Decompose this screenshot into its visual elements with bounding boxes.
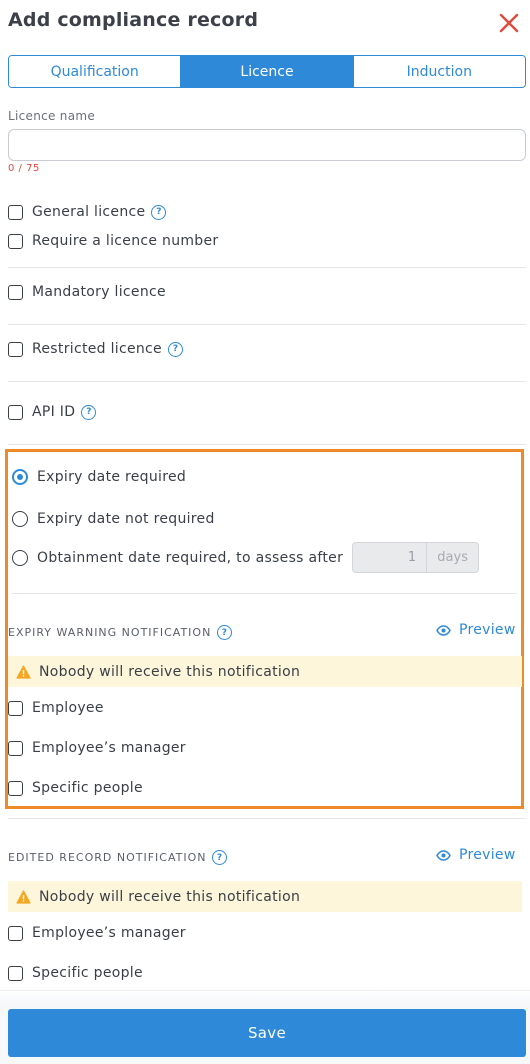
divider <box>12 593 517 594</box>
tab-licence[interactable]: Licence <box>180 56 353 87</box>
mandatory-licence-label: Mandatory licence <box>32 284 166 300</box>
recipient-manager-checkbox[interactable] <box>8 740 23 756</box>
edited-record-heading: EDITED RECORD NOTIFICATION ? <box>8 850 228 865</box>
edited-manager-option: Employee’s manager <box>8 923 186 943</box>
divider <box>8 444 526 445</box>
recipient-employee-checkbox[interactable] <box>8 700 23 716</box>
edited-record-heading-text: EDITED RECORD NOTIFICATION <box>8 851 207 864</box>
record-type-tabs: Qualification Licence Induction <box>8 55 526 88</box>
expiry-not-required-label: Expiry date not required <box>37 511 215 527</box>
edited-manager-label: Employee’s manager <box>32 925 186 941</box>
expiry-required-option: Expiry date required <box>12 467 186 487</box>
expiry-warning-preview-link[interactable]: Preview <box>436 622 516 638</box>
mandatory-licence-option: Mandatory licence <box>8 282 166 302</box>
dialog-title: Add compliance record <box>8 9 259 31</box>
obtainment-label: Obtainment date required, to assess afte… <box>37 549 344 566</box>
api-id-label: API ID <box>32 404 76 420</box>
licence-name-label: Licence name <box>8 109 96 123</box>
general-licence-label: General licence <box>32 204 146 220</box>
recipient-employee-option: Employee <box>8 698 104 718</box>
eye-icon <box>436 849 451 861</box>
recipient-specific-label: Specific people <box>32 780 143 796</box>
expiry-warning-banner: Nobody will receive this notification <box>8 656 522 687</box>
edited-record-preview-link[interactable]: Preview <box>436 847 516 863</box>
obtainment-option: Obtainment date required, to assess afte… <box>12 542 480 573</box>
divider <box>8 324 526 325</box>
days-unit: days <box>427 542 480 573</box>
obtainment-radio[interactable] <box>12 549 28 566</box>
warning-icon <box>16 664 31 679</box>
recipient-specific-option: Specific people <box>8 778 143 798</box>
divider <box>8 267 526 268</box>
divider <box>8 381 526 382</box>
recipient-manager-label: Employee’s manager <box>32 740 186 756</box>
edited-manager-checkbox[interactable] <box>8 925 23 941</box>
restricted-licence-label: Restricted licence <box>32 341 162 357</box>
require-number-label: Require a licence number <box>32 233 219 249</box>
api-id-checkbox[interactable] <box>8 404 23 420</box>
eye-icon <box>436 624 451 636</box>
close-icon[interactable] <box>498 12 520 34</box>
expiry-not-required-option: Expiry date not required <box>12 509 215 529</box>
require-number-option: Require a licence number <box>8 231 218 251</box>
general-licence-checkbox[interactable] <box>8 204 23 220</box>
mandatory-licence-checkbox[interactable] <box>8 284 23 300</box>
help-icon[interactable]: ? <box>81 404 97 420</box>
recipient-employee-label: Employee <box>32 700 104 716</box>
preview-label: Preview <box>459 847 516 863</box>
expiry-required-radio[interactable] <box>12 469 28 485</box>
api-id-option: API ID ? <box>8 402 97 422</box>
help-icon[interactable]: ? <box>167 341 183 357</box>
preview-label: Preview <box>459 622 516 638</box>
tab-qualification[interactable]: Qualification <box>9 56 181 87</box>
general-licence-option: General licence ? <box>8 202 167 222</box>
character-counter: 0 / 75 <box>8 163 40 174</box>
warning-text: Nobody will receive this notification <box>39 888 301 905</box>
help-icon[interactable]: ? <box>151 204 167 220</box>
help-icon[interactable]: ? <box>217 625 233 640</box>
require-number-checkbox[interactable] <box>8 233 23 249</box>
expiry-warning-heading-text: EXPIRY WARNING NOTIFICATION <box>8 626 212 639</box>
edited-specific-option: Specific people <box>8 963 143 983</box>
restricted-licence-checkbox[interactable] <box>8 341 23 357</box>
edited-specific-label: Specific people <box>32 965 143 981</box>
edited-specific-checkbox[interactable] <box>8 965 23 981</box>
warning-icon <box>16 889 31 904</box>
save-button[interactable]: Save <box>8 1009 526 1057</box>
restricted-licence-option: Restricted licence ? <box>8 339 183 359</box>
expiry-required-label: Expiry date required <box>37 469 187 485</box>
licence-name-input[interactable] <box>8 129 526 161</box>
edited-record-warning-banner: Nobody will receive this notification <box>8 881 522 912</box>
days-input[interactable]: 1 <box>352 542 428 573</box>
recipient-specific-checkbox[interactable] <box>8 780 23 796</box>
expiry-warning-heading: EXPIRY WARNING NOTIFICATION ? <box>8 625 233 640</box>
help-icon[interactable]: ? <box>212 850 228 865</box>
expiry-not-required-radio[interactable] <box>12 511 28 527</box>
tab-induction[interactable]: Induction <box>352 56 525 87</box>
warning-text: Nobody will receive this notification <box>39 663 301 680</box>
recipient-manager-option: Employee’s manager <box>8 738 186 758</box>
divider <box>8 818 526 819</box>
